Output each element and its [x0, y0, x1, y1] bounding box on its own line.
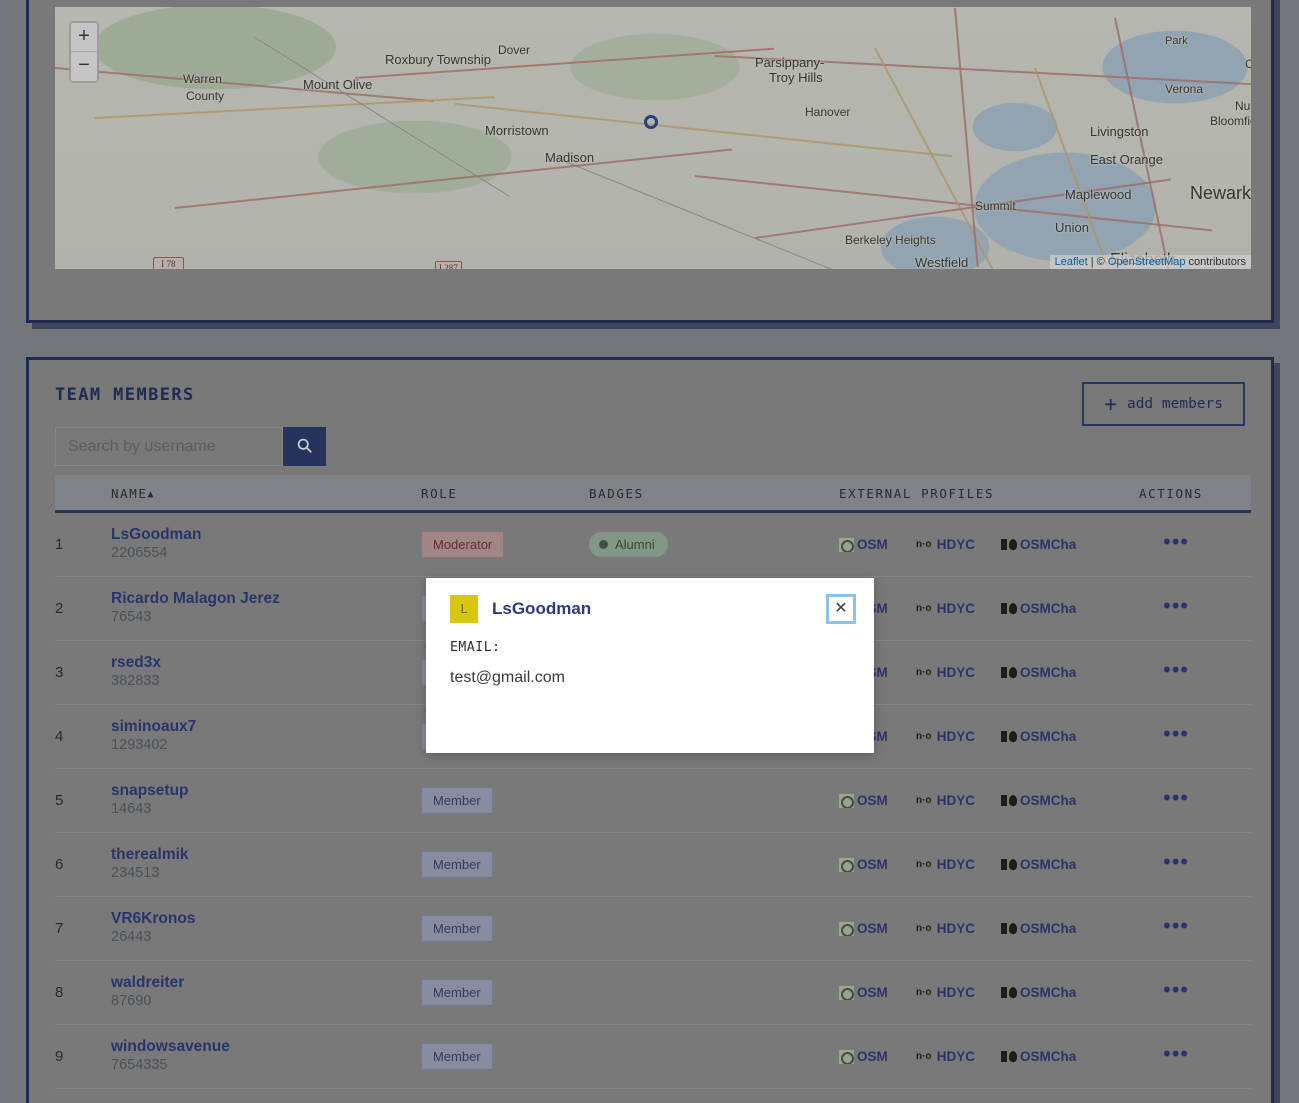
user-detail-modal: L LsGoodman ✕ EMAIL: test@gmail.com	[426, 578, 874, 753]
modal-title: LsGoodman	[492, 599, 591, 619]
email-value: test@gmail.com	[450, 669, 850, 687]
email-label: EMAIL:	[450, 640, 850, 655]
avatar: L	[450, 595, 478, 623]
page-root: LOCATION + −	[0, 0, 1299, 1103]
modal-body: EMAIL: test@gmail.com	[426, 624, 874, 687]
modal-header: L LsGoodman ✕	[426, 578, 874, 624]
close-icon[interactable]: ✕	[826, 594, 856, 624]
modal-backdrop[interactable]	[0, 0, 1299, 1103]
